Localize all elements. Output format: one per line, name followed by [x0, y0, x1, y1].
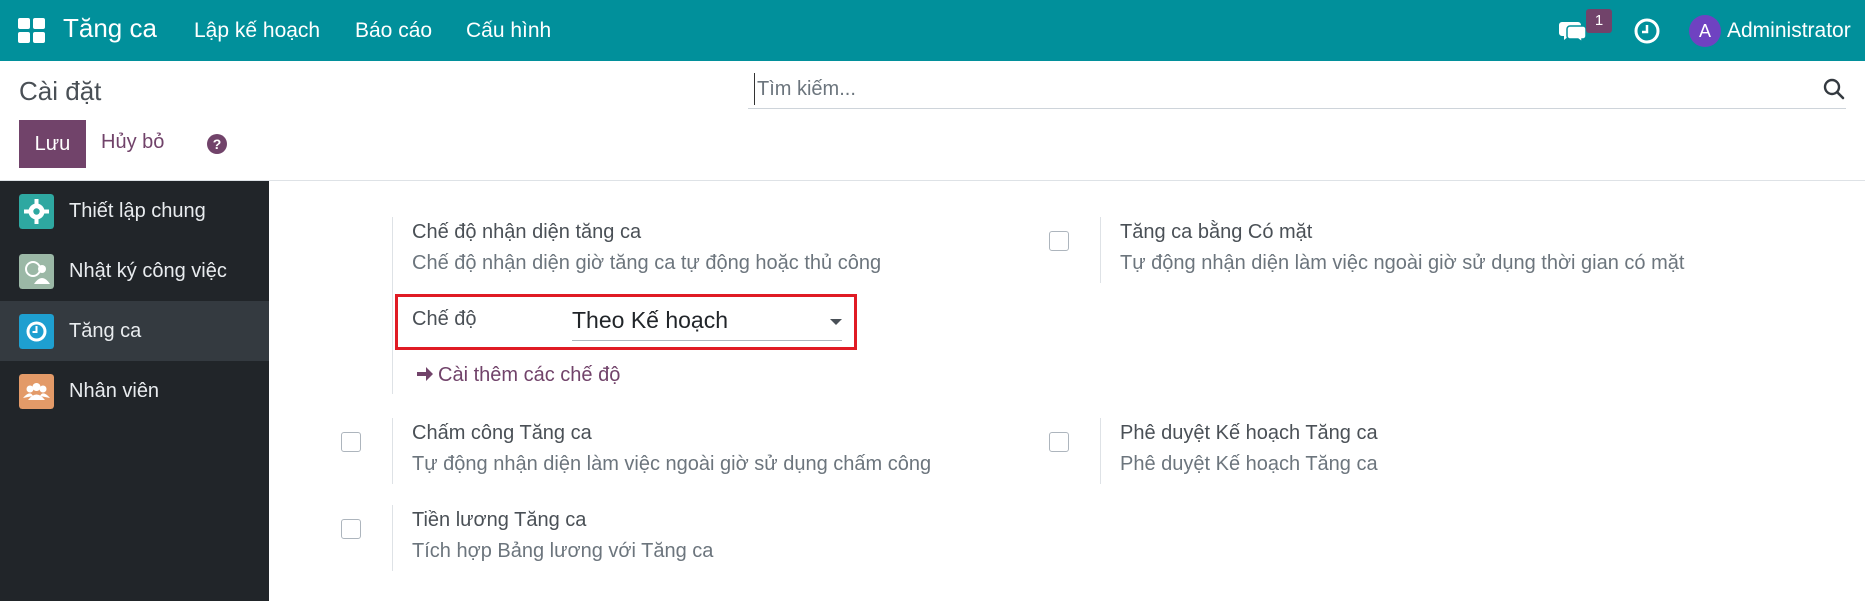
sidebar-item-overtime[interactable]: Tăng ca	[0, 301, 269, 361]
overtime-payroll-checkbox[interactable]	[341, 519, 361, 539]
plan-approval-title: Phê duyệt Kế hoạch Tăng ca	[1120, 422, 1378, 444]
sidebar-item-label: Nhật ký công việc	[69, 259, 227, 282]
timekeeping-overtime-desc: Tự động nhận diện làm việc ngoài giờ sử …	[412, 453, 932, 475]
attendance-overtime-title: Tăng ca bằng Có mặt	[1120, 221, 1313, 243]
control-panel: Cài đặt Lưu Hủy bỏ ?	[0, 61, 1865, 181]
messages-badge: 1	[1586, 9, 1612, 33]
sidebar-item-timesheets[interactable]: Nhật ký công việc	[0, 241, 269, 301]
menu-planning[interactable]: Lập kế hoạch	[194, 19, 320, 43]
gear-icon	[19, 193, 54, 229]
sidebar-item-label: Tăng ca	[69, 319, 142, 342]
overtime-payroll-title: Tiền lương Tăng ca	[412, 509, 587, 531]
apps-grid-icon[interactable]	[18, 18, 46, 44]
menu-configuration[interactable]: Cấu hình	[466, 19, 551, 43]
employees-icon	[19, 373, 54, 409]
sidebar-item-general-settings[interactable]: Thiết lập chung	[0, 181, 269, 241]
overtime-clock-icon	[19, 313, 54, 349]
user-name[interactable]: Administrator	[1727, 19, 1851, 43]
activity-clock-icon[interactable]	[1633, 17, 1661, 45]
cancel-button[interactable]: Hủy bỏ	[101, 131, 164, 154]
install-more-modes-label: Cài thêm các chế độ	[438, 364, 621, 386]
timesheet-icon	[19, 253, 54, 289]
plan-approval-desc: Phê duyệt Kế hoạch Tăng ca	[1120, 453, 1378, 475]
settings-sidebar: Thiết lập chung Nhật ký công việc Tăng c…	[0, 181, 269, 601]
messages-icon[interactable]	[1558, 16, 1588, 46]
recognition-mode-title: Chế độ nhận diện tăng ca	[412, 221, 642, 243]
sidebar-item-label: Nhân viên	[69, 379, 160, 402]
search-bar	[748, 69, 1846, 109]
search-icon[interactable]	[1822, 77, 1846, 101]
attendance-overtime-checkbox[interactable]	[1049, 231, 1069, 251]
mode-selected-value: Theo Kế hoạch	[572, 307, 729, 333]
install-more-modes-link[interactable]: Cài thêm các chế độ	[416, 364, 620, 387]
mode-label: Chế độ	[412, 308, 477, 330]
mode-select[interactable]: Theo Kế hoạch	[572, 305, 842, 341]
arrow-right-icon	[417, 367, 433, 381]
setting-divider	[1100, 217, 1101, 283]
setting-divider	[392, 418, 393, 484]
attendance-overtime-desc: Tự động nhận diện làm việc ngoài giờ sử …	[1120, 252, 1685, 274]
sidebar-item-label: Thiết lập chung	[69, 199, 206, 222]
help-icon[interactable]: ?	[207, 134, 227, 154]
user-avatar[interactable]: A	[1689, 15, 1721, 47]
setting-divider	[392, 217, 393, 394]
save-button[interactable]: Lưu	[19, 120, 86, 168]
timekeeping-overtime-checkbox[interactable]	[341, 432, 361, 452]
recognition-mode-desc: Chế độ nhận diện giờ tăng ca tự động hoặ…	[412, 252, 882, 274]
overtime-payroll-desc: Tích hợp Bảng lương với Tăng ca	[412, 540, 714, 562]
search-input[interactable]	[754, 73, 1794, 105]
sidebar-item-employees[interactable]: Nhân viên	[0, 361, 269, 421]
timekeeping-overtime-title: Chấm công Tăng ca	[412, 422, 592, 444]
setting-divider	[1100, 418, 1101, 484]
menu-reports[interactable]: Báo cáo	[355, 19, 432, 43]
setting-divider	[392, 505, 393, 571]
plan-approval-checkbox[interactable]	[1049, 432, 1069, 452]
top-navbar: Tăng ca Lập kế hoạch Báo cáo Cấu hình 1 …	[0, 0, 1865, 61]
page-title: Cài đặt	[19, 76, 102, 106]
app-title[interactable]: Tăng ca	[63, 13, 157, 44]
chevron-down-icon	[830, 319, 842, 325]
